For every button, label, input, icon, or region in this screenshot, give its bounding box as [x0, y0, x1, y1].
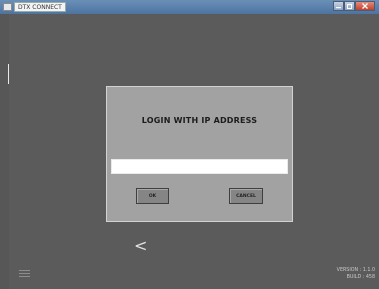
- dialog-title: LOGIN WITH IP ADDRESS: [141, 116, 258, 125]
- build-label: BUILD : 458: [346, 275, 375, 280]
- left-edge-panel: [0, 14, 9, 289]
- title-bar[interactable]: DTX CONNECT: [0, 0, 379, 14]
- cancel-button[interactable]: CANCEL: [229, 188, 263, 204]
- app-window: DTX CONNECT LOGIN WITH IP ADDRESS OK CAN…: [0, 0, 379, 289]
- window-title: DTX CONNECT: [14, 2, 66, 12]
- menu-line: [19, 276, 30, 277]
- login-dialog: LOGIN WITH IP ADDRESS OK CANCEL: [106, 86, 293, 222]
- close-icon: [362, 3, 368, 9]
- menu-line: [19, 270, 30, 271]
- maximize-button[interactable]: [344, 1, 355, 11]
- chevron-left-icon[interactable]: <: [134, 238, 147, 254]
- ip-address-input[interactable]: [111, 159, 288, 174]
- app-icon: [3, 3, 12, 11]
- minimize-button[interactable]: [333, 1, 344, 11]
- window-controls: [333, 1, 375, 12]
- version-info: VERSION : 1.1.0 BUILD : 458: [337, 267, 375, 281]
- ok-button[interactable]: OK: [136, 188, 169, 204]
- maximize-icon: [347, 3, 352, 9]
- minimize-icon: [336, 6, 341, 8]
- hamburger-menu-icon[interactable]: [19, 270, 30, 278]
- version-label: VERSION : 1.1.0: [336, 268, 375, 273]
- menu-line: [19, 273, 30, 274]
- close-button[interactable]: [355, 1, 375, 11]
